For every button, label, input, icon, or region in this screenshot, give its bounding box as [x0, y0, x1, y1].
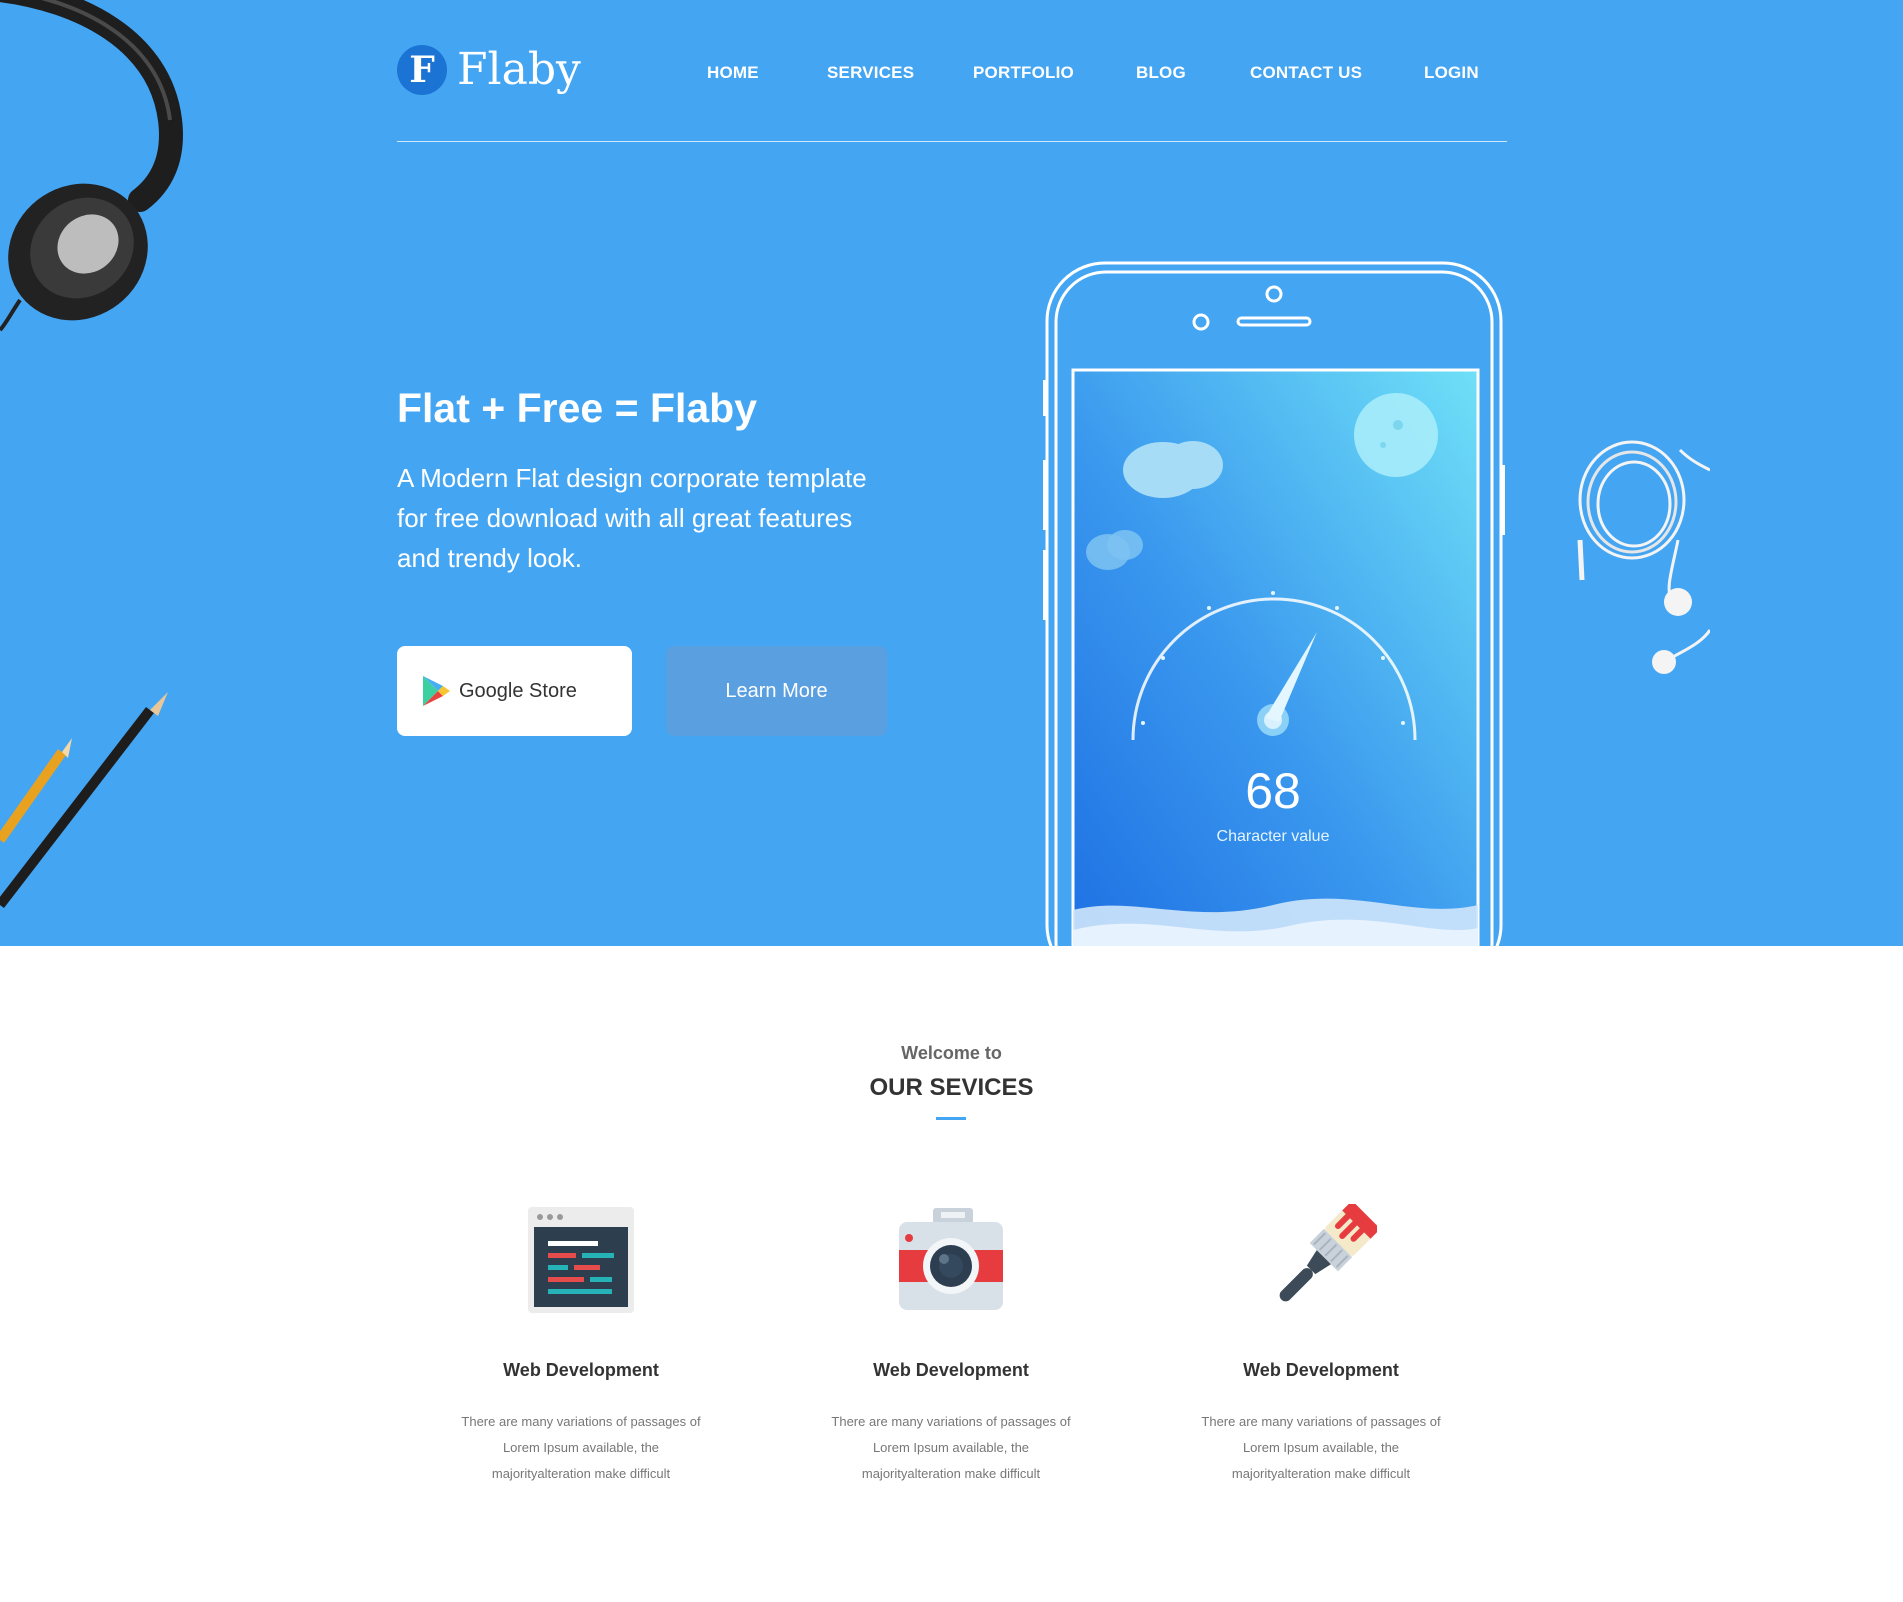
earphones-image — [1577, 440, 1710, 674]
code-window-icon — [528, 1207, 634, 1313]
service-title: Web Development — [1243, 1360, 1399, 1380]
paint-brush-icon — [1279, 1204, 1377, 1302]
nav-services[interactable]: SERVICES — [827, 63, 914, 83]
nav-home[interactable]: HOME — [707, 63, 759, 83]
phone-value: 68 — [1245, 763, 1301, 819]
logo-badge-icon: F — [397, 45, 447, 95]
service-title: Web Development — [503, 1360, 659, 1380]
nav-contact-us[interactable]: CONTACT US — [1250, 63, 1362, 83]
nav-blog[interactable]: BLOG — [1136, 63, 1186, 83]
service-card: Web Development There are many variation… — [431, 1200, 731, 1487]
hero-title: Flat + Free = Flaby — [397, 385, 758, 431]
service-title: Web Development — [873, 1360, 1029, 1380]
nav-login[interactable]: LOGIN — [1424, 63, 1479, 83]
logo-name: Flaby — [457, 44, 581, 95]
hero-description: A Modern Flat design corporate template … — [397, 463, 867, 573]
logo[interactable]: F Flaby — [397, 45, 581, 95]
camera-icon — [899, 1208, 1003, 1310]
service-description: There are many variations of passages of… — [461, 1414, 701, 1481]
google-store-label: Google Store — [459, 679, 577, 702]
headphones-image — [0, 0, 183, 332]
services-title: OUR SEVICES — [869, 1074, 1034, 1101]
google-play-icon — [423, 676, 450, 706]
nav-portfolio[interactable]: PORTFOLIO — [973, 63, 1074, 83]
services-kicker: Welcome to — [901, 1043, 1002, 1063]
service-description: There are many variations of passages of… — [1201, 1414, 1441, 1481]
service-description: There are many variations of passages of… — [831, 1414, 1071, 1481]
services-title-underline — [936, 1117, 966, 1120]
google-store-button[interactable]: Google Store — [397, 646, 632, 736]
pencils-image — [0, 692, 168, 909]
learn-more-button[interactable]: Learn More — [666, 646, 887, 736]
nav-divider — [397, 141, 1507, 142]
service-card: Web Development There are many variation… — [1171, 1200, 1471, 1487]
phone-caption: Character value — [1216, 828, 1330, 845]
hero-section: 68 Character value F Flaby HOME SERVICES… — [0, 0, 1903, 946]
service-card: Web Development There are many variation… — [801, 1200, 1101, 1487]
